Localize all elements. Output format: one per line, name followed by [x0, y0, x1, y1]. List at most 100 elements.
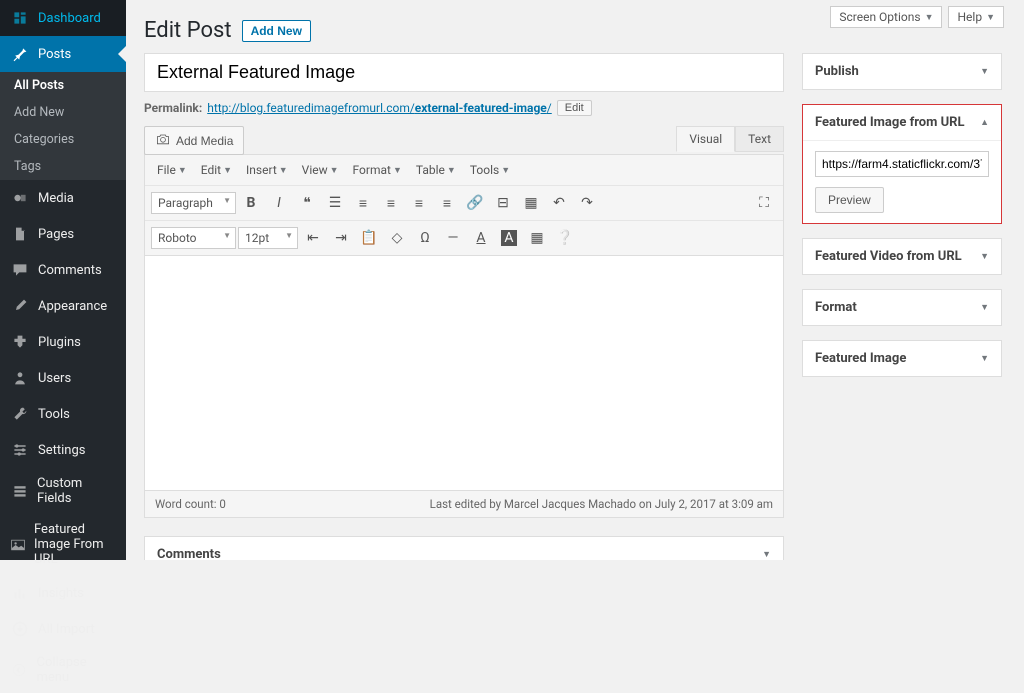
editor-status-bar: Word count: 0 Last edited by Marcel Jacq…: [144, 491, 784, 518]
sidebar-collapse[interactable]: Collapse menu: [0, 647, 126, 693]
bullet-list-button[interactable]: ☰: [322, 190, 348, 216]
permalink-row: Permalink: http://blog.featuredimagefrom…: [144, 100, 784, 116]
sidebar-label: Appearance: [38, 299, 107, 314]
add-new-button[interactable]: Add New: [242, 20, 311, 42]
align-left-button[interactable]: ≡: [378, 190, 404, 216]
number-list-button[interactable]: ≡: [350, 190, 376, 216]
submenu-tags[interactable]: Tags: [0, 153, 126, 180]
submenu-categories[interactable]: Categories: [0, 126, 126, 153]
indent-button[interactable]: ⇥: [328, 225, 354, 251]
video-heading[interactable]: Featured Video from URL▼: [803, 239, 1001, 274]
sidebar-item-media[interactable]: Media: [0, 180, 126, 216]
align-center-button[interactable]: ≡: [406, 190, 432, 216]
submenu-add-new[interactable]: Add New: [0, 99, 126, 126]
chart-icon: [10, 583, 30, 603]
menu-edit[interactable]: Edit ▼: [195, 159, 238, 181]
posts-submenu: All Posts Add New Categories Tags: [0, 72, 126, 180]
align-right-button[interactable]: ≡: [434, 190, 460, 216]
sidebar-item-appearance[interactable]: Appearance: [0, 288, 126, 324]
bg-color-button[interactable]: A: [496, 225, 522, 251]
blockquote-button[interactable]: ❝: [294, 190, 320, 216]
fifu-heading[interactable]: Featured Image from URL▲: [803, 105, 1001, 140]
sliders-icon: [10, 440, 30, 460]
permalink-label: Permalink:: [144, 101, 202, 115]
paste-button[interactable]: 📋: [356, 225, 382, 251]
menu-table[interactable]: Table ▼: [410, 159, 462, 181]
post-title-input[interactable]: [144, 53, 784, 92]
menu-tools[interactable]: Tools ▼: [464, 159, 516, 181]
sidebar-item-dashboard[interactable]: Dashboard: [0, 0, 126, 36]
paragraph-select[interactable]: Paragraph: [151, 192, 236, 214]
sidebar-label: Users: [38, 371, 71, 386]
sidebar-item-plugins[interactable]: Plugins: [0, 324, 126, 360]
tab-visual[interactable]: Visual: [676, 126, 735, 152]
screen-options-button[interactable]: Screen Options▼: [830, 6, 942, 28]
comments-heading: Comments: [157, 547, 221, 560]
special-char-button[interactable]: Ω: [412, 225, 438, 251]
sidebar-label: Pages: [38, 227, 74, 242]
link-button[interactable]: 🔗: [462, 190, 488, 216]
undo-button[interactable]: ↶: [546, 190, 572, 216]
add-media-button[interactable]: Add Media: [144, 126, 244, 155]
sidebar-label: Insights: [38, 586, 84, 601]
help-icon-button[interactable]: ❔: [552, 225, 578, 251]
featured-image-metabox: Featured Image▼: [802, 340, 1002, 377]
publish-heading[interactable]: Publish▼: [803, 54, 1001, 89]
page-title: Edit Post: [144, 18, 232, 43]
featured-image-heading[interactable]: Featured Image▼: [803, 341, 1001, 376]
sidebar-item-custom-fields[interactable]: Custom Fields: [0, 468, 126, 514]
sidebar-item-fifu[interactable]: Featured Image From URL: [0, 514, 126, 575]
caret-down-icon: ▼: [980, 302, 989, 313]
fifu-metabox: Featured Image from URL▲ Preview: [802, 104, 1002, 224]
top-right-controls: Screen Options▼ Help▼: [830, 6, 1004, 28]
submenu-all-posts[interactable]: All Posts: [0, 72, 126, 99]
caret-down-icon[interactable]: ▼: [762, 549, 771, 560]
menu-format[interactable]: Format ▼: [347, 159, 408, 181]
sidebar-item-insights[interactable]: Insights: [0, 575, 126, 611]
sidebar-item-comments[interactable]: Comments: [0, 252, 126, 288]
fullscreen-button[interactable]: ⛶: [751, 190, 777, 216]
read-more-button[interactable]: ⊟: [490, 190, 516, 216]
comments-metabox: Comments ▼: [144, 536, 784, 560]
menu-insert[interactable]: Insert ▼: [240, 159, 294, 181]
sidebar-item-users[interactable]: Users: [0, 360, 126, 396]
menu-view[interactable]: View ▼: [296, 159, 345, 181]
sidebar-item-pages[interactable]: Pages: [0, 216, 126, 252]
caret-up-icon: ▲: [980, 117, 989, 128]
fifu-preview-button[interactable]: Preview: [815, 187, 884, 213]
permalink-link[interactable]: http://blog.featuredimagefromurl.com/ext…: [207, 101, 552, 115]
menu-file[interactable]: File ▼: [151, 159, 193, 181]
publish-metabox: Publish▼: [802, 53, 1002, 90]
table-button[interactable]: ▦: [524, 225, 550, 251]
sidebar-label: Collapse menu: [36, 655, 116, 685]
user-icon: [10, 368, 30, 388]
video-metabox: Featured Video from URL▼: [802, 238, 1002, 275]
sidebar-item-all-import[interactable]: All Import: [0, 611, 126, 647]
caret-down-icon: ▼: [980, 353, 989, 364]
fifu-url-input[interactable]: [815, 151, 989, 177]
camera-icon: [155, 131, 171, 150]
sidebar-item-posts[interactable]: Posts: [0, 36, 126, 72]
hr-button[interactable]: —: [440, 225, 466, 251]
collapse-icon: [10, 660, 28, 680]
editor-mode-tabs: Visual Text: [676, 126, 784, 152]
sidebar-label: Tools: [38, 407, 70, 422]
bold-button[interactable]: B: [238, 190, 264, 216]
sidebar-item-tools[interactable]: Tools: [0, 396, 126, 432]
content-editor[interactable]: [144, 256, 784, 491]
redo-button[interactable]: ↷: [574, 190, 600, 216]
italic-button[interactable]: I: [266, 190, 292, 216]
outdent-button[interactable]: ⇤: [300, 225, 326, 251]
caret-down-icon: ▼: [980, 251, 989, 262]
font-select[interactable]: Roboto: [151, 227, 236, 249]
size-select[interactable]: 12pt: [238, 227, 298, 249]
toolbar-toggle-button[interactable]: ▦: [518, 190, 544, 216]
tab-text[interactable]: Text: [735, 126, 784, 152]
clear-format-button[interactable]: ◇: [384, 225, 410, 251]
caret-down-icon: ▼: [980, 66, 989, 77]
text-color-button[interactable]: A: [468, 225, 494, 251]
permalink-edit-button[interactable]: Edit: [557, 100, 592, 116]
sidebar-item-settings[interactable]: Settings: [0, 432, 126, 468]
format-heading[interactable]: Format▼: [803, 290, 1001, 325]
help-button[interactable]: Help▼: [948, 6, 1004, 28]
